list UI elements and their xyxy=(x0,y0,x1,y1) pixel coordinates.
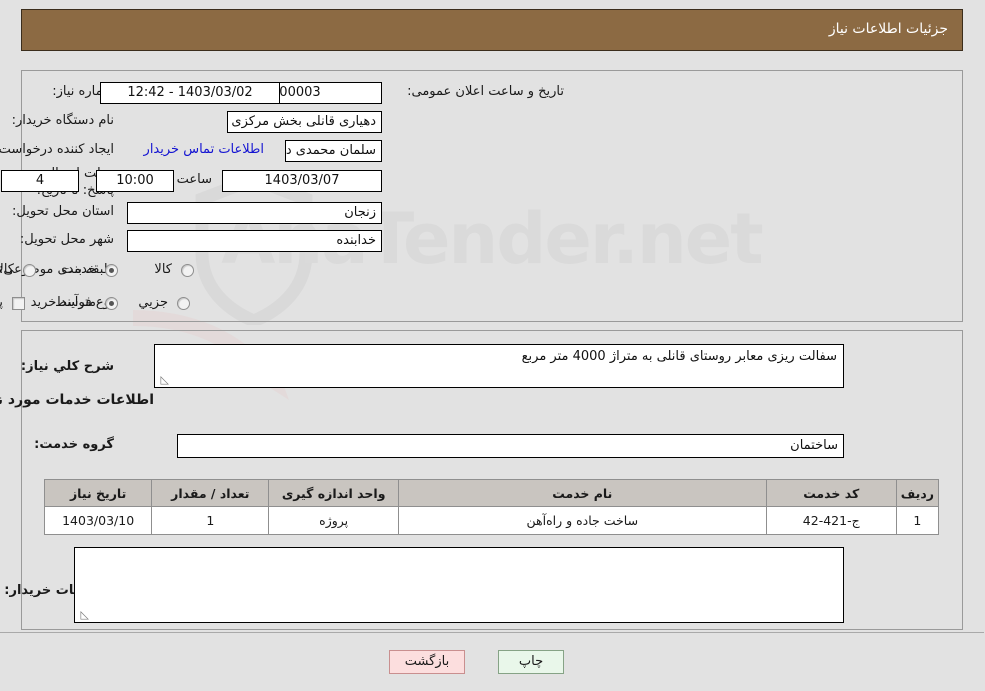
radio-classification-goods-label: کالا xyxy=(155,262,173,277)
buyer-org-value: دهیاری قانلی بخش مرکزی شهرستان خدابنده xyxy=(228,111,383,133)
radio-classification-service[interactable] xyxy=(106,264,119,277)
radio-classification-goods-service-label: کالا/خدمت xyxy=(0,262,15,277)
service-group-label: گروه خدمت: xyxy=(35,437,115,452)
treasury-docs-label: پرداخت تمام یا بخشی از مبلغ خرید،از محل … xyxy=(0,295,4,310)
table-header-row: ردیف کد خدمت نام خدمت واحد اندازه گیری ت… xyxy=(44,479,941,507)
services-table: ردیف کد خدمت نام خدمت واحد اندازه گیری ت… xyxy=(44,479,941,535)
top-info-panel xyxy=(22,70,964,322)
cell-quantity: 1 xyxy=(152,506,271,535)
announce-datetime-value: 1403/03/02 - 12:42 xyxy=(101,82,281,104)
col-service-name: نام خدمت xyxy=(398,479,768,507)
resize-grip-icon-notes[interactable]: ◺ xyxy=(78,609,90,621)
deadline-date-value: 1403/03/07 xyxy=(223,170,383,192)
buyer-contact-link[interactable]: اطلاعات تماس خریدار xyxy=(115,142,265,157)
service-group-value: ساختمان xyxy=(178,434,845,458)
radio-classification-goods[interactable] xyxy=(182,264,195,277)
resize-grip-icon[interactable]: ◺ xyxy=(158,374,170,386)
radio-purchase-medium-label: متوسط xyxy=(56,295,97,310)
city-label: شهر محل تحویل: xyxy=(20,232,115,247)
cell-need-date: 1403/03/10 xyxy=(44,506,154,535)
back-button[interactable]: بازگشت xyxy=(390,650,466,674)
classification-label: طبقه بندی موضوعی: xyxy=(0,262,115,277)
request-creator-value: سلمان محمدی دهیار دهیاری قانلی بخش مرکزی… xyxy=(286,140,383,162)
city-value: خدابنده xyxy=(128,230,383,252)
radio-classification-service-label: خدمت xyxy=(62,262,97,277)
need-details-page: AnaTender.net جزئیات اطلاعات نیاز شماره … xyxy=(0,0,985,691)
deadline-time-label: ساعت xyxy=(177,172,213,187)
cell-service-name: ساخت جاده و راه‌آهن xyxy=(398,506,768,535)
general-desc-label: شرح کلي نياز: xyxy=(21,359,115,374)
page-title: جزئیات اطلاعات نیاز xyxy=(829,21,949,37)
general-desc-textarea[interactable]: سفالت ریزی معابر روستای قانلی به متراژ 4… xyxy=(155,344,845,388)
general-desc-value: سفالت ریزی معابر روستای قانلی به متراژ 4… xyxy=(522,349,838,364)
cell-service-code: ج-421-42 xyxy=(766,506,898,535)
radio-purchase-minor-label: جزیي xyxy=(139,295,169,310)
col-need-date: تاریخ نیاز xyxy=(44,479,154,507)
deadline-time-value: 10:00 xyxy=(97,170,175,192)
print-button[interactable]: چاپ xyxy=(499,650,565,674)
radio-classification-goods-service[interactable] xyxy=(24,264,37,277)
radio-purchase-medium[interactable] xyxy=(106,297,119,310)
treasury-docs-checkbox[interactable] xyxy=(13,297,26,310)
province-value: زنجان xyxy=(128,202,383,224)
cell-unit: پروژه xyxy=(269,506,400,535)
page-title-bar: جزئیات اطلاعات نیاز xyxy=(22,9,964,51)
services-heading: اطلاعات خدمات مورد نیاز xyxy=(0,392,155,408)
col-quantity: تعداد / مقدار xyxy=(152,479,271,507)
cell-row: 1 xyxy=(896,506,941,535)
col-row: ردیف xyxy=(896,479,941,507)
table-row: 1 ج-421-42 ساخت جاده و راه‌آهن پروژه 1 1… xyxy=(44,506,941,535)
buyer-org-label: نام دستگاه خریدار: xyxy=(12,113,115,128)
announce-datetime-label: تاریخ و ساعت اعلان عمومی: xyxy=(408,84,565,99)
radio-purchase-minor[interactable] xyxy=(178,297,191,310)
province-label: استان محل تحویل: xyxy=(13,204,115,219)
request-creator-label: ایجاد کننده درخواست: xyxy=(0,142,115,157)
buyer-notes-textarea[interactable]: ◺ xyxy=(75,547,845,623)
footer-divider xyxy=(0,632,985,633)
deadline-days-value: 4 xyxy=(2,170,80,192)
col-unit: واحد اندازه گیری xyxy=(269,479,400,507)
col-service-code: کد خدمت xyxy=(766,479,898,507)
